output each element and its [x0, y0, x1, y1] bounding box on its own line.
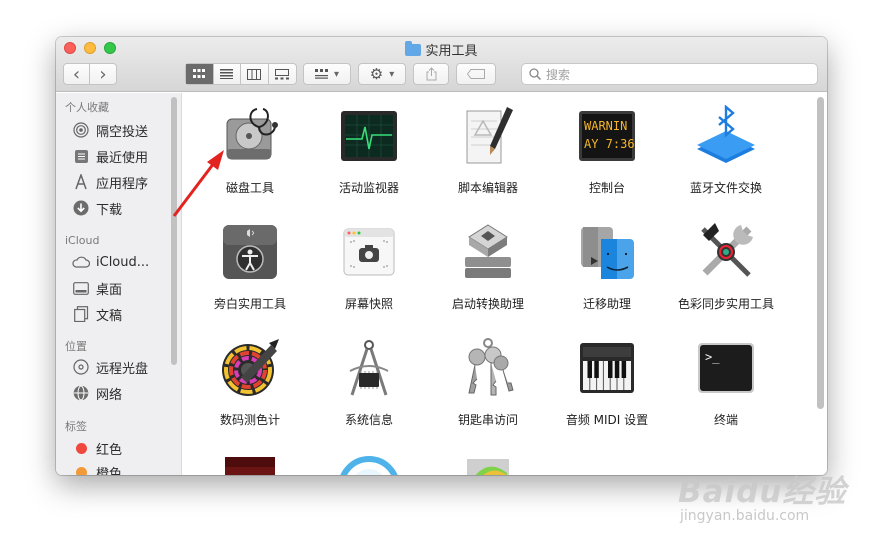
sidebar-item-tag-red[interactable]: 红色: [72, 438, 122, 458]
view-mode-control: [185, 63, 297, 85]
sidebar-item-recents[interactable]: 最近使用: [72, 146, 148, 166]
app-item-audio-midi-setup[interactable]: 音频 MIDI 设置: [548, 337, 666, 428]
file-browser: 磁盘工具 活动监视器 脚本编辑器 WARNIN AY 7:36 控制台 蓝牙文件…: [183, 93, 827, 475]
action-button[interactable]: ⚙ ▾: [358, 63, 406, 85]
window-title: 实用工具: [56, 40, 827, 59]
audio-midi-icon: [576, 337, 638, 399]
red-tag-dot: [76, 442, 87, 454]
search-field[interactable]: 搜索: [521, 63, 818, 85]
desktop-icon: [72, 279, 90, 297]
favorites-header: 个人收藏: [65, 101, 109, 114]
forward-button[interactable]: ›: [90, 64, 116, 85]
list-view-icon: [220, 69, 234, 79]
sidebar-item-desktop[interactable]: 桌面: [72, 278, 122, 298]
app-item-script-editor[interactable]: 脚本编辑器: [429, 105, 547, 196]
boot-camp-icon: [457, 221, 519, 283]
svg-text:AY 7:36: AY 7:36: [584, 137, 635, 151]
app-item-migration-assistant[interactable]: 迁移助理: [548, 221, 666, 312]
app-item-partial-1[interactable]: [191, 453, 309, 475]
podcast-partial-icon: [338, 453, 400, 475]
sidebar-item-network[interactable]: 网络: [72, 383, 122, 403]
title-bar: 实用工具 ‹ › ▾ ⚙ ▾ 搜索: [56, 37, 827, 92]
voiceover-icon: [219, 221, 281, 283]
tags-button[interactable]: [456, 63, 496, 85]
gear-icon: ⚙: [369, 65, 384, 83]
sidebar-item-airdrop[interactable]: 隔空投送: [72, 120, 148, 140]
orange-tag-dot: [76, 466, 87, 475]
digital-color-meter-icon: [219, 337, 281, 399]
app-item-voiceover-utility[interactable]: 旁白实用工具: [191, 221, 309, 312]
chart-partial-icon: [457, 453, 519, 475]
search-placeholder: 搜索: [546, 67, 571, 82]
app-item-digital-color-meter[interactable]: 数码测色计: [191, 337, 309, 428]
app-item-boot-camp-assistant[interactable]: 启动转换助理: [429, 221, 547, 312]
sidebar-item-documents[interactable]: 文稿: [72, 304, 122, 324]
grapher-partial-icon: [219, 453, 281, 475]
content-scrollbar[interactable]: [817, 97, 824, 409]
applications-icon: [72, 173, 90, 191]
sidebar-item-downloads[interactable]: 下载: [72, 198, 122, 218]
locations-header: 位置: [65, 340, 87, 353]
nav-buttons: ‹ ›: [63, 63, 117, 85]
app-item-screenshot[interactable]: 屏幕快照: [310, 221, 428, 312]
screenshot-icon: [338, 221, 400, 283]
recents-icon: [72, 147, 90, 165]
list-view-button[interactable]: [214, 64, 241, 84]
tag-icon: [467, 69, 485, 79]
activity-monitor-icon: [338, 105, 400, 167]
app-item-keychain-access[interactable]: 钥匙串访问: [429, 337, 547, 428]
icon-view-button[interactable]: [186, 64, 214, 84]
watermark: Baidu经验 jingyan.baidu.com: [678, 474, 847, 524]
svg-text:WARNIN: WARNIN: [584, 119, 627, 133]
sidebar-item-icloud-drive[interactable]: iCloud...: [72, 252, 149, 272]
sidebar: 个人收藏 隔空投送 最近使用 应用程序 下载 iCloud iCloud... …: [56, 93, 182, 475]
documents-icon: [72, 305, 90, 323]
svg-text:>_: >_: [705, 350, 720, 364]
system-information-icon: [338, 337, 400, 399]
app-item-system-information[interactable]: 系统信息: [310, 337, 428, 428]
sidebar-item-remote-disc[interactable]: 远程光盘: [72, 357, 148, 377]
group-button[interactable]: ▾: [303, 63, 351, 85]
app-item-bluetooth-file-exchange[interactable]: 蓝牙文件交换: [667, 104, 785, 196]
share-icon: [426, 67, 436, 81]
search-icon: [529, 68, 541, 80]
icon-view-icon: [193, 69, 206, 78]
app-item-partial-3[interactable]: [429, 453, 547, 475]
gallery-view-icon: [275, 68, 290, 79]
column-view-icon: [247, 68, 262, 80]
script-editor-icon: [457, 105, 519, 167]
app-item-console[interactable]: WARNIN AY 7:36 控制台: [548, 105, 666, 196]
downloads-icon: [72, 199, 90, 217]
terminal-icon: >_: [695, 337, 757, 399]
app-item-colorsync-utility[interactable]: 色彩同步实用工具: [667, 221, 785, 312]
app-item-activity-monitor[interactable]: 活动监视器: [310, 105, 428, 196]
bluetooth-icon: [695, 104, 757, 167]
disk-utility-icon: [219, 105, 281, 167]
folder-icon: [405, 41, 422, 56]
share-button[interactable]: [413, 63, 449, 85]
chevron-down-icon: ▾: [389, 68, 395, 80]
finder-window: 实用工具 ‹ › ▾ ⚙ ▾ 搜索 个人收藏 隔空投送 最近使用 应用程序 下载…: [56, 37, 827, 475]
chevron-down-icon: ▾: [333, 68, 340, 80]
gallery-view-button[interactable]: [269, 64, 296, 84]
network-icon: [72, 384, 90, 402]
keychain-icon: [457, 337, 519, 399]
app-item-partial-2[interactable]: [310, 453, 428, 475]
colorsync-icon: [695, 221, 757, 283]
sidebar-scrollbar[interactable]: [171, 97, 177, 365]
app-item-disk-utility[interactable]: 磁盘工具: [191, 105, 309, 196]
app-item-terminal[interactable]: >_ 终端: [667, 337, 785, 428]
icloud-header: iCloud: [65, 234, 100, 247]
sidebar-item-applications[interactable]: 应用程序: [72, 172, 148, 192]
airdrop-icon: [72, 121, 90, 139]
disc-icon: [72, 358, 90, 376]
migration-assistant-icon: [576, 221, 638, 283]
console-icon: WARNIN AY 7:36: [576, 105, 638, 167]
back-button[interactable]: ‹: [64, 64, 91, 85]
column-view-button[interactable]: [241, 64, 269, 84]
sidebar-item-tag-orange[interactable]: 橙色: [72, 462, 122, 475]
group-icon: [314, 69, 328, 79]
cloud-icon: [72, 253, 90, 271]
tags-header: 标签: [65, 420, 87, 433]
